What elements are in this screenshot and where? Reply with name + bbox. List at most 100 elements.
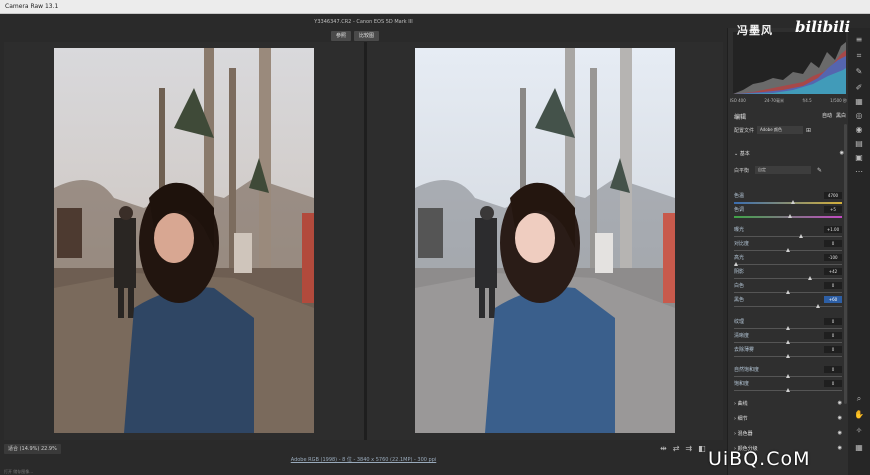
- slider-knob[interactable]: [786, 354, 790, 358]
- slider-row[interactable]: 纹理 0: [734, 318, 842, 332]
- slider-row[interactable]: 色温 4700: [734, 192, 842, 206]
- snapshots-icon[interactable]: ▣: [853, 152, 865, 163]
- split-divider: [364, 42, 367, 440]
- eyedropper-icon[interactable]: ✎: [817, 167, 822, 174]
- slider-row[interactable]: 去除薄雾 0: [734, 346, 842, 360]
- wb-select[interactable]: 自定: [755, 166, 812, 174]
- zoom-tool-icon[interactable]: ⌕: [853, 393, 865, 404]
- slider-value[interactable]: -100: [824, 254, 842, 261]
- eye-icon[interactable]: ◉: [838, 415, 842, 422]
- before-button[interactable]: 参照: [331, 31, 352, 41]
- panel-scrollbar[interactable]: [844, 124, 847, 404]
- slider-track[interactable]: [734, 278, 842, 279]
- slider-value[interactable]: 0: [824, 366, 842, 373]
- slider-row[interactable]: 饱和度 0: [734, 380, 842, 394]
- slider-value[interactable]: 4700: [824, 192, 842, 199]
- grid-tool-icon[interactable]: ▦: [853, 442, 865, 453]
- eye-icon[interactable]: ◉: [838, 430, 842, 437]
- slider-label: 去除薄雾: [734, 347, 755, 353]
- slider-value[interactable]: +5: [824, 206, 842, 213]
- panel-section-header[interactable]: › 曲线 ◉: [734, 400, 842, 407]
- slider-knob[interactable]: [791, 200, 796, 204]
- copy-settings-icon[interactable]: ⇉: [685, 444, 692, 453]
- slider-track[interactable]: [734, 264, 842, 265]
- slider-row[interactable]: 曝光 +1.00: [734, 226, 842, 240]
- slider-value[interactable]: 0: [824, 240, 842, 247]
- toggle-view-icon[interactable]: ◧: [698, 444, 706, 453]
- spot-removal-icon[interactable]: ✎: [853, 66, 865, 77]
- slider-row[interactable]: 白色 0: [734, 282, 842, 296]
- slider-value[interactable]: +60: [824, 296, 842, 303]
- slider-value[interactable]: 0: [824, 318, 842, 325]
- zoom-text: 适合 (14.9%) 22.9%: [8, 446, 57, 452]
- slider-value[interactable]: 0: [824, 346, 842, 353]
- eye-icon[interactable]: ◉: [838, 445, 842, 452]
- slider-knob[interactable]: [786, 374, 790, 378]
- before-after-layout-icon[interactable]: ⇹: [660, 444, 667, 453]
- watermark-bilibili: bilibili: [795, 18, 851, 36]
- presets-icon[interactable]: ▤: [853, 138, 865, 149]
- sampler-tool-icon[interactable]: ✧: [853, 425, 865, 436]
- slider-knob[interactable]: [786, 388, 790, 392]
- wb-label: 白平衡: [734, 167, 750, 174]
- slider-label: 曝光: [734, 227, 745, 233]
- slider-label: 阴影: [734, 269, 745, 275]
- slider-knob[interactable]: [788, 214, 793, 218]
- iso-value: ISO 400: [730, 98, 746, 103]
- edit-title: 编辑: [734, 114, 747, 121]
- brush-tool-icon[interactable]: ✐: [853, 82, 865, 93]
- section-label: 混色器: [737, 431, 753, 437]
- section-label: 曲线: [737, 401, 748, 407]
- slider-track[interactable]: [734, 202, 842, 204]
- slider-value[interactable]: 0: [824, 380, 842, 387]
- graduated-filter-icon[interactable]: ▦: [853, 96, 865, 107]
- panel-section-header[interactable]: › 混色器 ◉: [734, 430, 842, 437]
- crop-tool-icon[interactable]: ⌗: [853, 50, 865, 61]
- radial-filter-icon[interactable]: ◎: [853, 110, 865, 121]
- auto-button[interactable]: 自动: [822, 112, 832, 121]
- edit-tool-icon[interactable]: ≡: [853, 34, 865, 45]
- zoom-level[interactable]: 适合 (14.9%) 22.9%: [4, 444, 61, 454]
- swap-icon[interactable]: ⇄: [673, 444, 680, 453]
- slider-knob[interactable]: [798, 234, 803, 238]
- slider-row[interactable]: 清晰度 0: [734, 332, 842, 346]
- eye-icon[interactable]: ◉: [838, 400, 842, 407]
- slider-value[interactable]: 0: [824, 332, 842, 339]
- slider-track[interactable]: [734, 306, 842, 307]
- after-photo: [415, 48, 675, 433]
- profile-select[interactable]: Adobe 颜色: [757, 126, 804, 134]
- slider-knob[interactable]: [807, 276, 812, 280]
- slider-value[interactable]: 0: [824, 282, 842, 289]
- basic-section-header[interactable]: ⌄ 基本 ◉: [734, 150, 844, 157]
- slider-knob[interactable]: [786, 326, 790, 330]
- slider-row[interactable]: 自然饱和度 0: [734, 366, 842, 380]
- slider-row[interactable]: 对比度 0: [734, 240, 842, 254]
- slider-row[interactable]: 高光 -100: [734, 254, 842, 268]
- workflow-info-link[interactable]: Adobe RGB (1998) - 8 位 - 3840 x 5760 (22…: [0, 456, 727, 463]
- slider-knob[interactable]: [786, 248, 790, 252]
- window-titlebar: Camera Raw 13.1: [0, 0, 870, 14]
- slider-value[interactable]: +42: [824, 268, 842, 275]
- profile-row: 配置文件 Adobe 颜色 ⊞: [734, 126, 846, 134]
- hand-tool-icon[interactable]: ✋: [853, 409, 865, 420]
- section-label: 细节: [737, 416, 748, 422]
- slider-row[interactable]: 黑色 +60: [734, 296, 842, 310]
- slider-knob[interactable]: [816, 304, 821, 308]
- compare-button[interactable]: 比较图: [354, 31, 380, 41]
- slider-row[interactable]: 色调 +5: [734, 206, 842, 220]
- panel-section-header[interactable]: › 细节 ◉: [734, 415, 842, 422]
- slider-knob[interactable]: [786, 290, 790, 294]
- slider-track[interactable]: [734, 236, 842, 237]
- profile-browse-icon[interactable]: ⊞: [806, 127, 811, 134]
- slider-row[interactable]: 阴影 +42: [734, 268, 842, 282]
- slider-label: 黑色: [734, 297, 745, 303]
- bw-button[interactable]: 黑白: [836, 112, 846, 121]
- slider-label: 纹理: [734, 319, 745, 325]
- more-icon[interactable]: ⋯: [853, 166, 865, 177]
- view-icons: ⇹ ⇄ ⇉ ◧: [660, 444, 706, 453]
- slider-knob[interactable]: [786, 340, 790, 344]
- red-eye-icon[interactable]: ◉: [853, 124, 865, 135]
- edit-header: 编辑 自动 黑白: [734, 112, 846, 121]
- slider-value[interactable]: +1.00: [824, 226, 842, 233]
- slider-knob[interactable]: [734, 262, 739, 266]
